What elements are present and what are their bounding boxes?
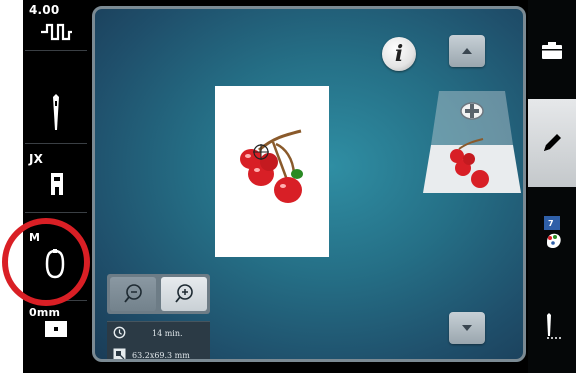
presser-foot-label: JX bbox=[29, 152, 44, 166]
pencil-icon bbox=[544, 134, 561, 151]
embroidery-workspace[interactable]: i 14 min. 63.2x69.3 mm bbox=[92, 6, 526, 362]
cherry-design[interactable] bbox=[215, 86, 329, 257]
design-selector[interactable] bbox=[423, 87, 526, 197]
zoom-out-button[interactable] bbox=[110, 277, 156, 311]
presser-foot-icon[interactable] bbox=[50, 172, 64, 196]
arrow-down-icon bbox=[462, 325, 472, 331]
stitch-plate-icon[interactable] bbox=[44, 320, 68, 338]
zoom-in-button[interactable] bbox=[161, 277, 207, 311]
highlight-circle bbox=[2, 218, 90, 306]
stitch-icon bbox=[547, 313, 561, 339]
stitch-time: 14 min. bbox=[152, 329, 183, 338]
needle-icon[interactable] bbox=[50, 92, 62, 132]
hoop-canvas[interactable] bbox=[215, 86, 329, 257]
edit-button[interactable] bbox=[528, 99, 576, 187]
color-count: 7 bbox=[548, 219, 554, 228]
right-toolbar: 7 bbox=[528, 0, 576, 373]
folder-icon bbox=[542, 42, 562, 59]
scroll-down-button[interactable] bbox=[449, 312, 485, 344]
file-button[interactable] bbox=[528, 4, 576, 94]
color-button[interactable]: 7 bbox=[528, 192, 576, 284]
divider bbox=[25, 143, 87, 144]
status-column: 4.00 JX M 0mm bbox=[23, 0, 89, 373]
design-size: 63.2x69.3 mm bbox=[132, 351, 190, 360]
stitch-width-value: 4.00 bbox=[29, 3, 60, 17]
zoom-controls bbox=[107, 274, 210, 314]
clock-icon bbox=[113, 326, 126, 339]
divider bbox=[25, 212, 87, 213]
zoom-in-icon bbox=[175, 284, 193, 303]
arrow-up-icon bbox=[462, 48, 472, 54]
design-info-panel: 14 min. 63.2x69.3 mm bbox=[107, 321, 210, 360]
scroll-up-button[interactable] bbox=[449, 35, 485, 67]
size-icon bbox=[113, 348, 126, 359]
divider bbox=[25, 50, 87, 51]
stitch-out-button[interactable] bbox=[528, 290, 576, 370]
thread-tension-value: 0mm bbox=[29, 306, 61, 319]
zoom-out-icon bbox=[124, 284, 142, 303]
info-button[interactable]: i bbox=[382, 37, 416, 71]
stitch-pattern-icon[interactable] bbox=[39, 21, 73, 43]
